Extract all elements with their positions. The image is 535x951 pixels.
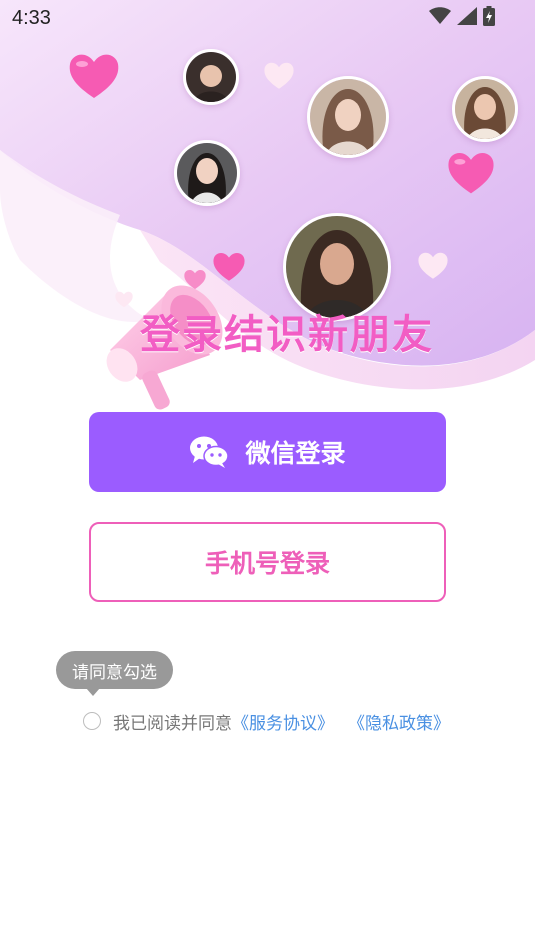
phone-login-button[interactable]: 手机号登录 (89, 522, 446, 602)
agreement-prefix: 我已阅读并同意 (113, 713, 232, 734)
agree-tooltip: 请同意勾选 (56, 651, 173, 689)
agreement-row: 我已阅读并同意 《服务协议》 《隐私政策》 (83, 709, 450, 734)
battery-charging-icon (483, 6, 495, 26)
phone-login-label: 手机号登录 (204, 549, 330, 578)
wechat-icon (190, 436, 230, 468)
avatar (307, 76, 389, 158)
heart-icon (264, 62, 294, 89)
heart-icon (69, 54, 119, 98)
avatar (183, 49, 239, 105)
heart-icon (448, 153, 494, 194)
wechat-login-label: 微信登录 (245, 439, 346, 468)
status-time: 4:33 (12, 7, 51, 29)
service-agreement-link[interactable]: 《服务协议》 (232, 709, 334, 734)
status-icons (429, 6, 495, 26)
avatar (174, 140, 240, 206)
heart-icon (418, 252, 448, 279)
hero-tagline: 登录结识新朋友 (140, 312, 434, 358)
avatar (452, 76, 518, 142)
wechat-login-button[interactable]: 微信登录 (89, 412, 446, 492)
status-bar: 4:33 (0, 0, 535, 38)
agree-checkbox[interactable] (83, 712, 101, 730)
signal-icon (457, 7, 477, 25)
privacy-policy-link[interactable]: 《隐私政策》 (348, 709, 450, 734)
tooltip-arrow (86, 688, 100, 696)
wifi-icon (429, 7, 451, 24)
